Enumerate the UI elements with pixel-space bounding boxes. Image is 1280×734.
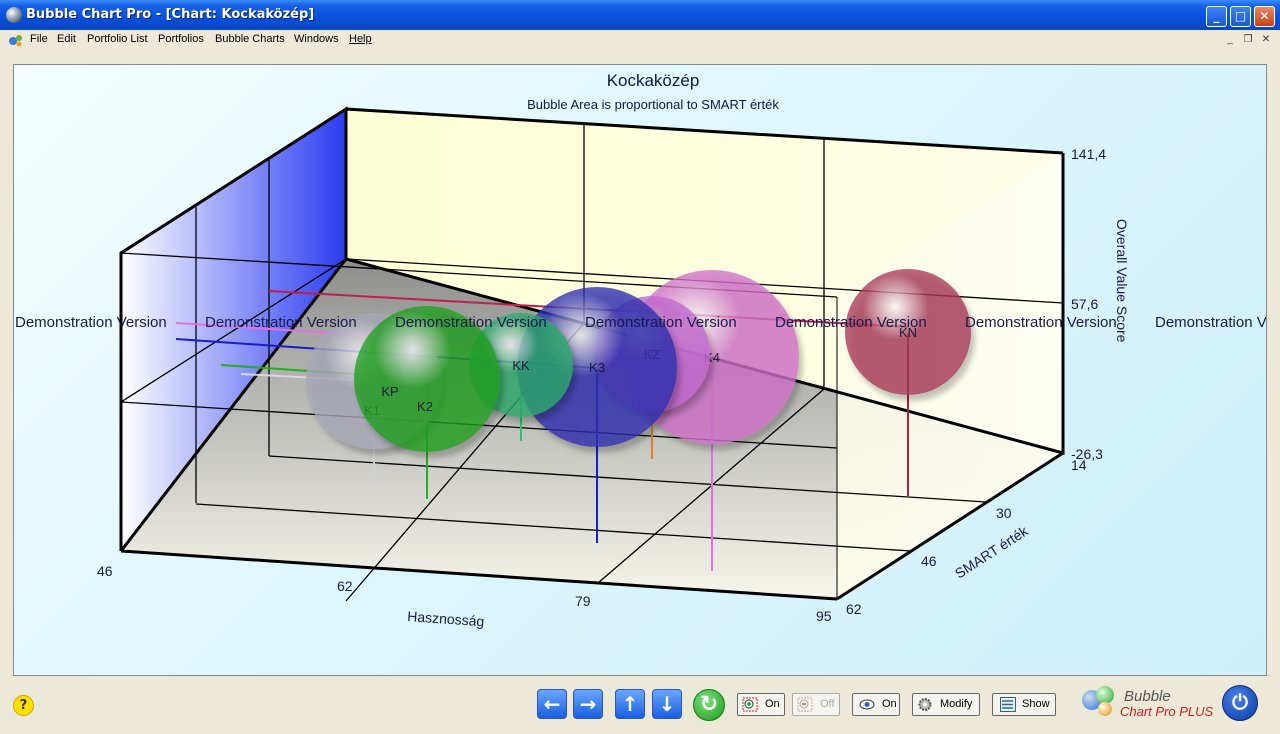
show-button[interactable]: Show — [992, 693, 1056, 716]
arrow-up-icon: ↑ — [621, 692, 639, 716]
help-button[interactable]: ? — [13, 695, 34, 716]
arrow-down-icon: ↓ — [658, 692, 676, 716]
legend-icon — [1000, 697, 1016, 712]
arrow-left-icon: ← — [543, 692, 561, 716]
x-axis-label: Hasznosság — [407, 608, 485, 629]
x-tick: 46 — [97, 563, 113, 579]
mdi-child-icon[interactable] — [8, 33, 24, 47]
z-tick: 62 — [846, 601, 862, 617]
arrow-right-icon: → — [579, 692, 597, 716]
maximize-button[interactable]: □ — [1230, 6, 1251, 27]
z-tick: 30 — [996, 505, 1012, 521]
gear-icon — [918, 698, 932, 711]
x-tick: 62 — [337, 578, 353, 594]
x-tick: 79 — [575, 593, 591, 609]
modify-button[interactable]: Modify — [912, 693, 980, 716]
watermark-text: Demonstration Version — [395, 314, 547, 331]
chart-area: 46 62 79 95 141,4 57,6 -26,3 14 30 46 62… — [13, 64, 1267, 676]
title-bar: Bubble Chart Pro - [Chart: Kockaközép] _… — [0, 0, 1280, 30]
bottom-toolbar: ? ← → ↑ ↓ ↻ On Off On Modify Show Bubble… — [0, 676, 1280, 734]
menu-portfolios[interactable]: Portfolios — [158, 33, 204, 45]
app-icon[interactable] — [6, 7, 22, 23]
mdi-close-button[interactable]: ✕ — [1259, 33, 1273, 47]
bubble-chart-pro-logo: Bubble Chart Pro PLUS — [1080, 682, 1214, 722]
menu-windows[interactable]: Windows — [294, 33, 339, 45]
minimize-button[interactable]: _ — [1206, 6, 1227, 27]
close-button[interactable]: ✕ — [1254, 6, 1275, 27]
z-axis-label: SMART érték — [952, 522, 1032, 581]
arrow-down-button[interactable]: ↓ — [652, 689, 682, 719]
chart-title: Kockaközép — [607, 71, 700, 90]
watermark-text: Demonstration Version — [15, 314, 167, 331]
power-icon: ⏻ — [1232, 690, 1248, 714]
zoom-out-icon — [797, 697, 813, 712]
logo-text: Bubble — [1124, 688, 1171, 705]
refresh-icon: ↻ — [699, 692, 719, 717]
bubble-chart: 46 62 79 95 141,4 57,6 -26,3 14 30 46 62… — [15, 71, 1267, 629]
refresh-button[interactable]: ↻ — [693, 689, 725, 721]
window-title: Bubble Chart Pro - [Chart: Kockaközép] — [26, 7, 315, 22]
y-tick: 141,4 — [1071, 146, 1106, 162]
bubble-label: KP — [381, 384, 398, 399]
eye-icon — [859, 699, 875, 710]
watermark-text: Demonstration Version — [965, 314, 1117, 331]
arrow-right-button[interactable]: → — [573, 689, 603, 719]
watermark-text: Demonstration Version — [205, 314, 357, 331]
y-tick: 57,6 — [1071, 296, 1098, 312]
x-tick: 95 — [816, 608, 832, 624]
watermark-text: Demonstration Version — [1155, 314, 1267, 331]
menu-portfolio-list[interactable]: Portfolio List — [87, 33, 148, 45]
chart-subtitle: Bubble Area is proportional to SMART ért… — [527, 97, 779, 112]
mdi-minimize-button[interactable]: _ — [1223, 33, 1237, 47]
arrow-up-button[interactable]: ↑ — [615, 689, 645, 719]
z-tick: 14 — [1071, 457, 1087, 473]
menu-bar: File Edit Portfolio List Portfolios Bubb… — [0, 30, 1280, 50]
mdi-restore-button[interactable]: ❐ — [1241, 33, 1255, 47]
zoom-in-icon — [742, 697, 758, 712]
menu-edit[interactable]: Edit — [57, 33, 76, 45]
zoom-in-toggle[interactable]: On — [737, 693, 785, 716]
watermark-text: Demonstration Version — [585, 314, 737, 331]
zoom-out-toggle[interactable]: Off — [792, 693, 840, 716]
exit-button[interactable]: ⏻ — [1222, 685, 1258, 721]
menu-bubble-charts[interactable]: Bubble Charts — [215, 33, 285, 45]
bubble-label: K3 — [589, 360, 605, 375]
bubble-label: KK — [512, 358, 530, 373]
logo-subtext: Chart Pro PLUS — [1120, 704, 1214, 719]
view-toggle[interactable]: On — [852, 693, 900, 716]
z-tick: 46 — [921, 553, 937, 569]
bubble-label: K2 — [417, 399, 433, 414]
menu-file[interactable]: File — [30, 33, 48, 45]
menu-help[interactable]: Help — [349, 33, 372, 45]
watermark-text: Demonstration Version — [775, 314, 927, 331]
arrow-left-button[interactable]: ← — [537, 689, 567, 719]
